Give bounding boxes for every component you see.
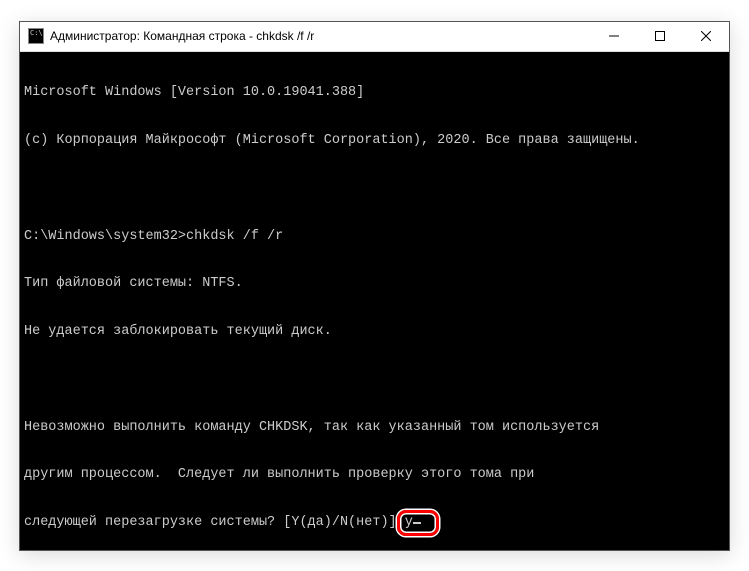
minimize-button[interactable] xyxy=(591,22,637,51)
user-input-wrapper: y xyxy=(405,515,421,531)
prompt-line: следующей перезагрузке системы? [Y(да)/N… xyxy=(24,515,725,531)
command-line: C:\Windows\system32>chkdsk /f /r xyxy=(24,229,725,245)
typed-command: chkdsk /f /r xyxy=(186,229,283,244)
output-line-2: Не удается заблокировать текущий диск. xyxy=(24,324,725,340)
titlebar[interactable]: Администратор: Командная строка - chkdsk… xyxy=(20,22,729,52)
user-response: y xyxy=(405,515,413,530)
version-line: Microsoft Windows [Version 10.0.19041.38… xyxy=(24,85,725,101)
cursor-icon xyxy=(413,522,421,524)
output-line-4: другим процессом. Следует ли выполнить п… xyxy=(24,467,725,483)
window-controls xyxy=(591,22,729,51)
output-line-1: Тип файловой системы: NTFS. xyxy=(24,276,725,292)
copyright-line: (c) Корпорация Майкрософт (Microsoft Cor… xyxy=(24,133,725,149)
maximize-button[interactable] xyxy=(637,22,683,51)
command-prompt-window: Администратор: Командная строка - chkdsk… xyxy=(19,21,730,551)
prompt: C:\Windows\system32> xyxy=(24,229,186,244)
cmd-icon xyxy=(28,28,44,44)
window-title: Администратор: Командная строка - chkdsk… xyxy=(50,29,591,43)
question-prompt: следующей перезагрузке системы? [Y(да)/N… xyxy=(24,515,405,530)
output-line-3: Невозможно выполнить команду CHKDSK, так… xyxy=(24,420,725,436)
close-button[interactable] xyxy=(683,22,729,51)
terminal-area[interactable]: Microsoft Windows [Version 10.0.19041.38… xyxy=(20,52,729,550)
